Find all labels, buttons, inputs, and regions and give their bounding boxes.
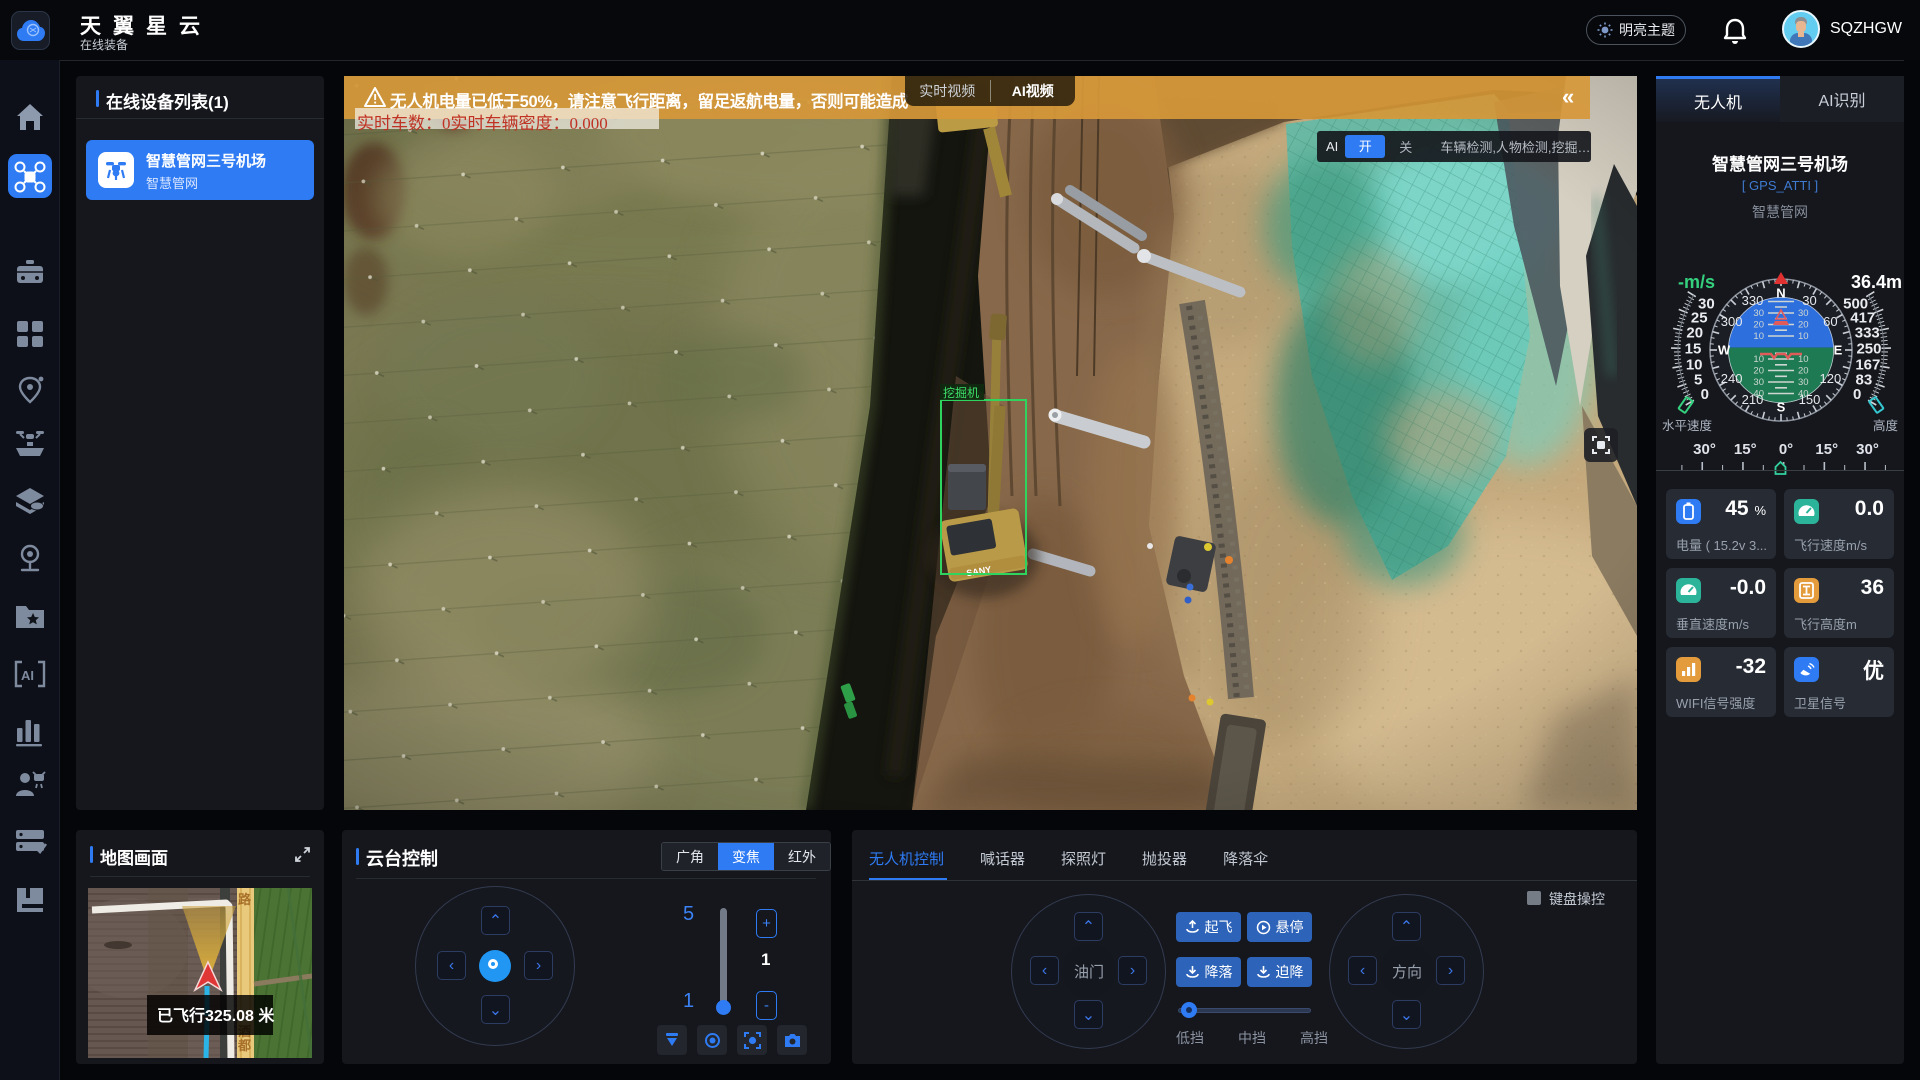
svg-text:10: 10 <box>1798 331 1809 342</box>
svg-text:20: 20 <box>1753 366 1764 377</box>
svg-text:10: 10 <box>1686 356 1703 373</box>
svg-text:路: 路 <box>238 892 252 907</box>
svg-text:167: 167 <box>1855 356 1880 373</box>
svg-text:83: 83 <box>1856 372 1873 389</box>
svg-text:30°: 30° <box>1693 441 1716 458</box>
svg-text:210: 210 <box>1742 392 1764 407</box>
svg-text:15°: 15° <box>1734 441 1757 458</box>
svg-text:5: 5 <box>1694 372 1702 389</box>
svg-text:AI: AI <box>21 668 34 683</box>
svg-text:10: 10 <box>1753 354 1764 365</box>
svg-text:N: N <box>1776 286 1785 301</box>
svg-text:300: 300 <box>1721 314 1743 329</box>
svg-text:S: S <box>1777 400 1786 415</box>
svg-text:已飞行325.08 米: 已飞行325.08 米 <box>157 1006 275 1025</box>
svg-text:36.4m: 36.4m <box>1851 272 1902 292</box>
svg-text:250: 250 <box>1856 340 1881 357</box>
svg-text:30: 30 <box>1753 308 1764 319</box>
svg-text:W: W <box>1718 343 1731 358</box>
svg-text:30: 30 <box>1753 377 1764 388</box>
svg-text:60: 60 <box>1823 314 1837 329</box>
svg-text:150: 150 <box>1799 392 1821 407</box>
svg-text:330: 330 <box>1742 293 1764 308</box>
svg-text:30: 30 <box>1802 293 1816 308</box>
svg-text:120: 120 <box>1820 371 1842 386</box>
svg-text:-m/s: -m/s <box>1678 272 1715 292</box>
svg-text:高度: 高度 <box>1873 418 1899 433</box>
svg-text:20: 20 <box>1798 366 1809 377</box>
svg-text:30: 30 <box>1698 295 1715 312</box>
svg-text:20: 20 <box>1753 320 1764 331</box>
svg-text:水平速度: 水平速度 <box>1662 418 1713 433</box>
svg-text:0°: 0° <box>1779 441 1793 458</box>
svg-text:E: E <box>1834 343 1843 358</box>
svg-text:30°: 30° <box>1856 441 1879 458</box>
svg-text:15: 15 <box>1685 340 1702 357</box>
svg-text:10: 10 <box>1753 331 1764 342</box>
svg-text:240: 240 <box>1721 371 1743 386</box>
svg-text:333: 333 <box>1855 325 1880 342</box>
svg-text:20: 20 <box>1798 320 1809 331</box>
svg-text:500: 500 <box>1843 295 1868 312</box>
svg-text:10: 10 <box>1798 354 1809 365</box>
svg-text:30: 30 <box>1798 308 1809 319</box>
svg-text:15°: 15° <box>1815 441 1838 458</box>
svg-text:30: 30 <box>1798 377 1809 388</box>
svg-text:都: 都 <box>237 1038 251 1053</box>
svg-text:20: 20 <box>1686 325 1703 342</box>
